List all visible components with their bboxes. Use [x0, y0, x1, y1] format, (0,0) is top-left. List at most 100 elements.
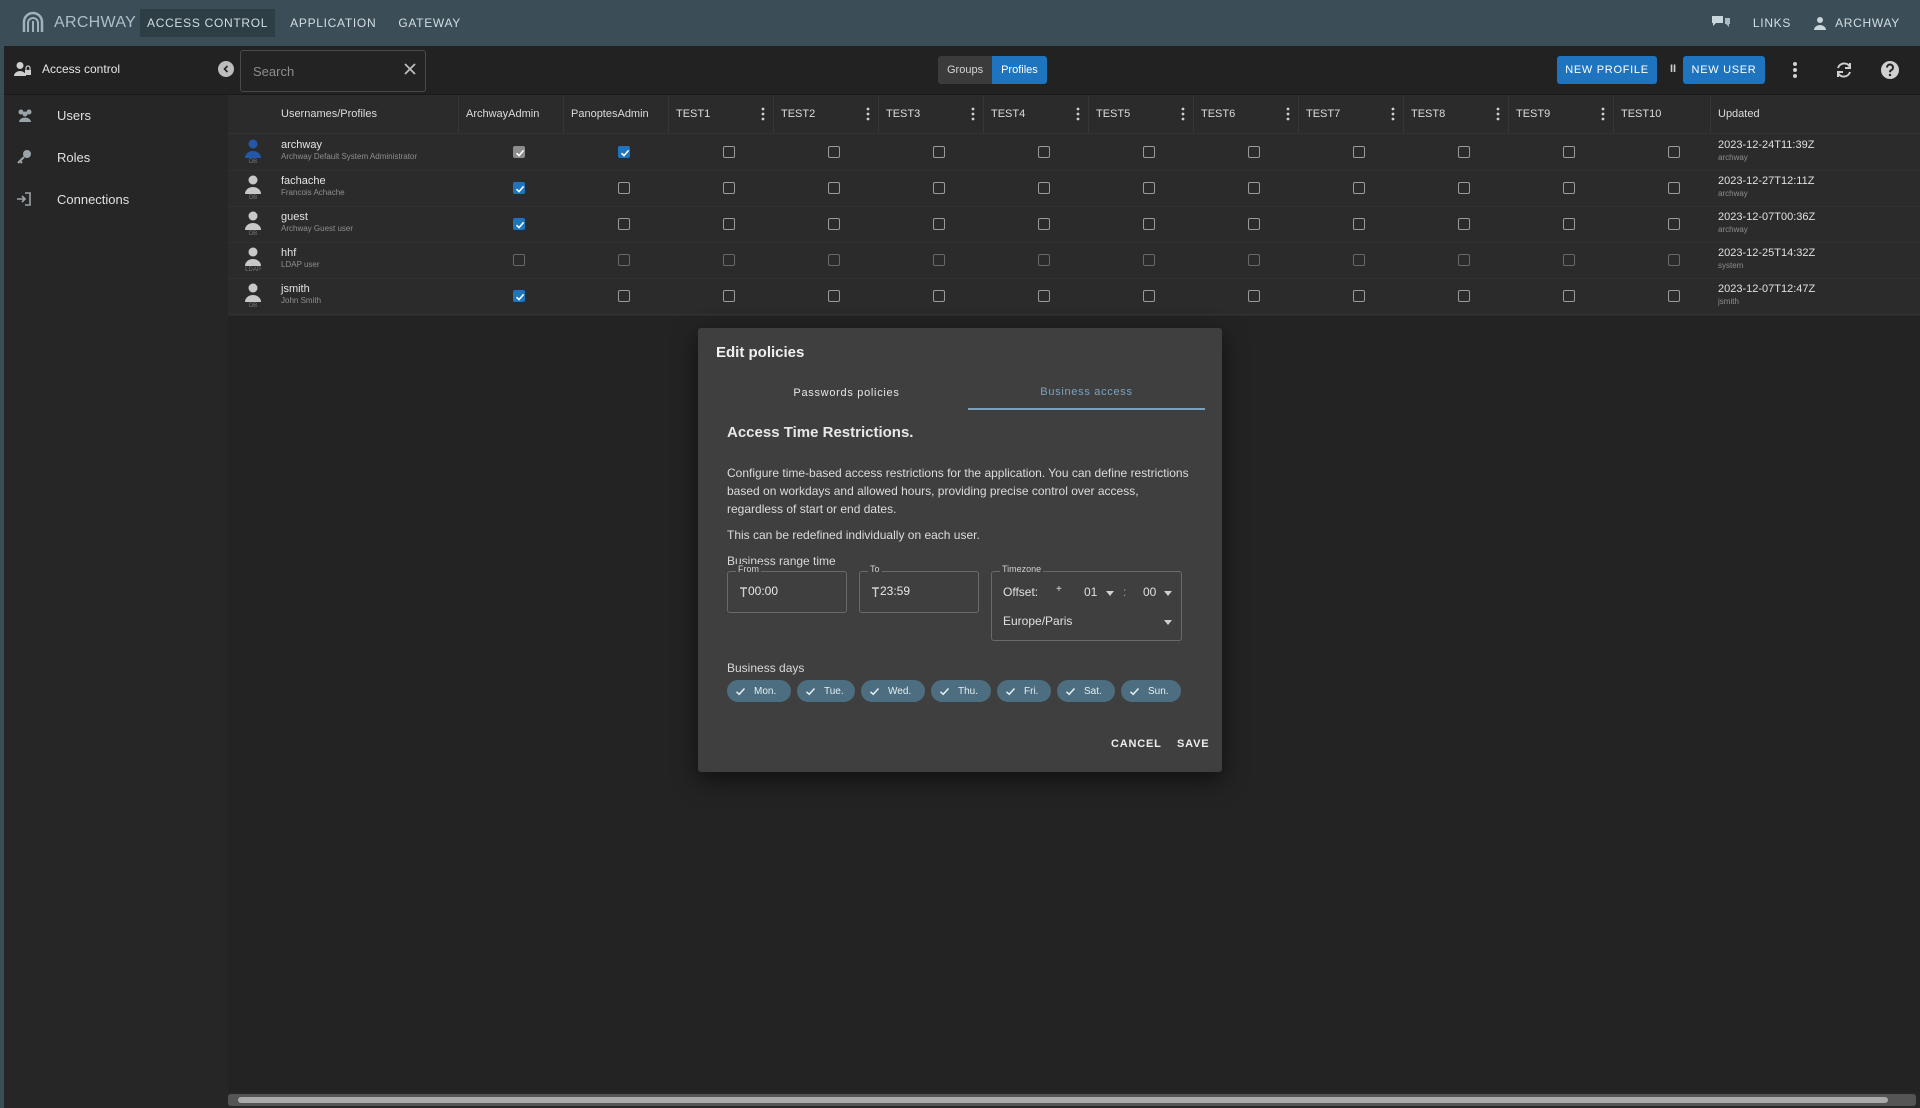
profile-checkbox[interactable]	[1248, 182, 1260, 194]
profile-checkbox[interactable]	[933, 254, 945, 266]
column-divider[interactable]	[773, 95, 774, 133]
profile-checkbox[interactable]	[828, 146, 840, 158]
profile-checkbox[interactable]	[513, 146, 525, 158]
profile-checkbox[interactable]	[1668, 254, 1680, 266]
table-row[interactable]: DB jsmith John Smith 2023-12-07T12:47Z j…	[228, 278, 1920, 315]
column-menu-icon[interactable]	[1180, 107, 1186, 121]
sidebar-item-users[interactable]: Users	[4, 95, 228, 135]
profile-checkbox[interactable]	[1143, 218, 1155, 230]
column-divider[interactable]	[1088, 95, 1089, 133]
column-menu-icon[interactable]	[1600, 107, 1606, 121]
profile-checkbox[interactable]	[933, 218, 945, 230]
profile-checkbox[interactable]	[933, 146, 945, 158]
profile-checkbox[interactable]	[723, 182, 735, 194]
day-chip[interactable]: Tue.	[797, 680, 855, 702]
tab-business-access[interactable]: Business access	[968, 376, 1205, 410]
profile-checkbox[interactable]	[513, 218, 525, 230]
profile-checkbox[interactable]	[618, 290, 630, 302]
chevron-down-icon[interactable]	[1106, 591, 1114, 596]
column-divider[interactable]	[1710, 95, 1711, 133]
profile-checkbox[interactable]	[723, 146, 735, 158]
profile-checkbox[interactable]	[828, 182, 840, 194]
profile-checkbox[interactable]	[828, 254, 840, 266]
column-header-profile[interactable]: TEST10	[1621, 95, 1661, 133]
profile-checkbox[interactable]	[828, 290, 840, 302]
profile-checkbox[interactable]	[1668, 218, 1680, 230]
column-divider[interactable]	[1508, 95, 1509, 133]
profile-checkbox[interactable]	[513, 290, 525, 302]
column-menu-icon[interactable]	[1285, 107, 1291, 121]
column-menu-icon[interactable]	[1075, 107, 1081, 121]
profile-checkbox[interactable]	[1353, 146, 1365, 158]
profile-checkbox[interactable]	[1038, 290, 1050, 302]
column-header-user[interactable]: Usernames/Profiles	[281, 95, 377, 133]
profile-checkbox[interactable]	[1563, 146, 1575, 158]
column-divider[interactable]	[1298, 95, 1299, 133]
profile-checkbox[interactable]	[618, 218, 630, 230]
more-vert-icon[interactable]	[1792, 60, 1798, 80]
column-header-profile[interactable]: TEST8	[1411, 95, 1445, 133]
column-divider[interactable]	[1193, 95, 1194, 133]
column-divider[interactable]	[668, 95, 669, 133]
column-header-updated[interactable]: Updated	[1718, 95, 1760, 133]
new-profile-button[interactable]: NEW PROFILE	[1557, 56, 1657, 84]
profile-checkbox[interactable]	[1248, 146, 1260, 158]
column-divider[interactable]	[1613, 95, 1614, 133]
profile-checkbox[interactable]	[1563, 182, 1575, 194]
profile-checkbox[interactable]	[1353, 254, 1365, 266]
sidebar-item-connections[interactable]: Connections	[4, 179, 228, 219]
close-icon[interactable]	[403, 62, 417, 76]
profile-checkbox[interactable]	[933, 182, 945, 194]
day-chip[interactable]: Sun.	[1121, 680, 1181, 702]
links-menu[interactable]: LINKS	[1753, 16, 1791, 30]
tab-passwords-policies[interactable]: Passwords policies	[728, 376, 965, 410]
profile-checkbox[interactable]	[1563, 290, 1575, 302]
nav-gateway[interactable]: GATEWAY	[391, 9, 468, 37]
sidebar-item-roles[interactable]: Roles	[4, 137, 228, 177]
offset-sign-select[interactable]: +	[1056, 584, 1062, 595]
save-button[interactable]: SAVE	[1177, 738, 1209, 750]
user-menu[interactable]: ARCHWAY	[1813, 16, 1900, 30]
toggle-groups[interactable]: Groups	[938, 56, 993, 84]
app-logo[interactable]: ARCHWAY	[20, 10, 140, 36]
column-header-profile[interactable]: TEST5	[1096, 95, 1130, 133]
column-divider[interactable]	[563, 95, 564, 133]
profile-checkbox[interactable]	[1038, 218, 1050, 230]
table-row[interactable]: DB guest Archway Guest user 2023-12-07T0…	[228, 206, 1920, 243]
column-menu-icon[interactable]	[865, 107, 871, 121]
table-row[interactable]: DB fachache Francois Achache 2023-12-27T…	[228, 170, 1920, 207]
new-user-button[interactable]: NEW USER	[1683, 56, 1765, 84]
offset-minutes-select[interactable]: 00	[1143, 585, 1156, 599]
profile-checkbox[interactable]	[1038, 182, 1050, 194]
from-time-field[interactable]: From 00:00	[727, 564, 847, 613]
profile-checkbox[interactable]	[618, 146, 630, 158]
profile-checkbox[interactable]	[1353, 218, 1365, 230]
profile-checkbox[interactable]	[1668, 182, 1680, 194]
table-row[interactable]: LDAP hhf LDAP user 2023-12-25T14:32Z sys…	[228, 242, 1920, 279]
profile-checkbox[interactable]	[1668, 146, 1680, 158]
scrollbar-thumb[interactable]	[238, 1097, 1888, 1103]
day-chip[interactable]: Wed.	[861, 680, 925, 702]
column-divider[interactable]	[878, 95, 879, 133]
profile-checkbox[interactable]	[723, 218, 735, 230]
column-divider[interactable]	[983, 95, 984, 133]
profile-checkbox[interactable]	[1668, 290, 1680, 302]
column-header-profile[interactable]: TEST4	[991, 95, 1025, 133]
column-divider[interactable]	[458, 95, 459, 133]
profile-checkbox[interactable]	[1458, 254, 1470, 266]
horizontal-scrollbar[interactable]	[228, 1094, 1916, 1106]
profile-checkbox[interactable]	[513, 182, 525, 194]
column-header-profile[interactable]: TEST9	[1516, 95, 1550, 133]
profile-checkbox[interactable]	[1143, 254, 1155, 266]
profile-checkbox[interactable]	[1143, 182, 1155, 194]
column-menu-icon[interactable]	[1495, 107, 1501, 121]
column-menu-icon[interactable]	[970, 107, 976, 121]
column-header-profile[interactable]: TEST1	[676, 95, 710, 133]
nav-application[interactable]: APPLICATION	[283, 9, 383, 37]
column-header-profile[interactable]: ArchwayAdmin	[466, 95, 539, 133]
timezone-select[interactable]: Europe/Paris	[1003, 614, 1072, 628]
chat-button[interactable]	[1711, 14, 1731, 32]
profile-checkbox[interactable]	[1038, 146, 1050, 158]
day-chip[interactable]: Fri.	[997, 680, 1051, 702]
profile-checkbox[interactable]	[1458, 146, 1470, 158]
